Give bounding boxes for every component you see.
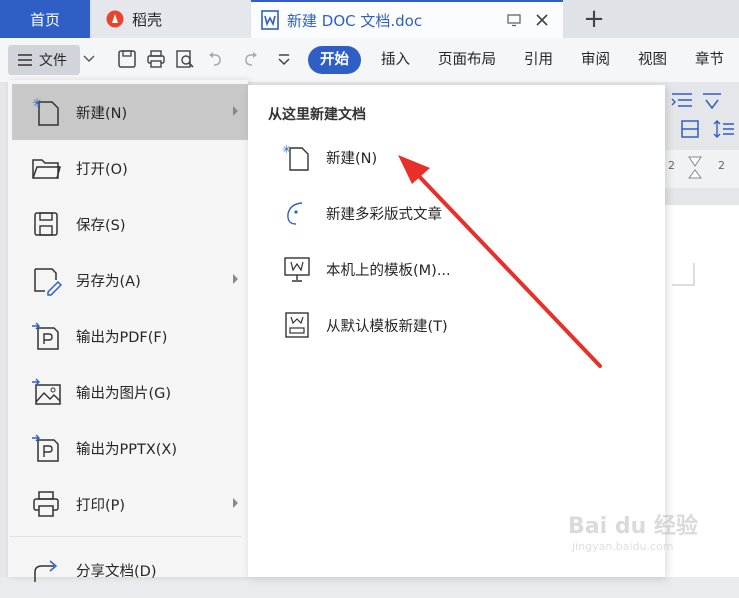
submenu-arrow-icon bbox=[233, 498, 238, 508]
ruler: 2 2 bbox=[662, 150, 739, 188]
menu-item-export-pptx[interactable]: 输出为PPTX(X) bbox=[12, 420, 248, 476]
submenu-item-label: 本机上的模板(M)... bbox=[326, 262, 451, 279]
print-preview-icon[interactable] bbox=[175, 49, 195, 69]
colorful-article-icon bbox=[287, 202, 303, 225]
submenu-item-default-template[interactable]: 从默认模板新建(T) bbox=[282, 308, 448, 342]
default-template-icon bbox=[285, 312, 309, 338]
tab-review[interactable]: 审阅 bbox=[567, 46, 624, 74]
word-doc-icon bbox=[261, 10, 279, 30]
menu-item-print[interactable]: 打印(P) bbox=[12, 476, 248, 532]
watermark-logo: Bai du 经验 jingyan.baidu.com bbox=[568, 500, 708, 560]
submenu-item-new[interactable]: ✳ 新建(N) bbox=[282, 140, 377, 174]
hamburger-icon bbox=[18, 54, 32, 66]
tab-daoke-label: 稻壳 bbox=[132, 10, 163, 29]
daoke-logo-icon bbox=[106, 10, 124, 28]
tab-page-layout[interactable]: 页面布局 bbox=[424, 46, 510, 74]
file-menu-button[interactable]: 文件 bbox=[8, 45, 80, 75]
save-as-icon bbox=[34, 268, 62, 296]
submenu-item-label: 新建多彩版式文章 bbox=[326, 206, 442, 223]
menu-item-label: 分享文档(D) bbox=[76, 563, 157, 580]
save-icon bbox=[34, 212, 58, 236]
watermark-text: Bai du 经验 bbox=[568, 514, 698, 539]
submenu-item-label: 从默认模板新建(T) bbox=[326, 318, 448, 335]
file-menu-label: 文件 bbox=[39, 53, 67, 69]
menu-item-open[interactable]: 打开(O) bbox=[12, 140, 248, 196]
tab-view[interactable]: 视图 bbox=[624, 46, 681, 74]
tab-home-label: 首页 bbox=[29, 10, 60, 29]
submenu-arrow-icon bbox=[233, 274, 238, 284]
menu-item-export-pdf[interactable]: 输出为PDF(F) bbox=[12, 308, 248, 364]
submenu-item-colorful-article[interactable]: 新建多彩版式文章 bbox=[282, 196, 442, 230]
tab-chapter[interactable]: 章节 bbox=[681, 46, 738, 74]
line-height-icon[interactable] bbox=[712, 118, 736, 140]
menu-item-new[interactable]: ✳ 新建(N) bbox=[12, 84, 248, 140]
new-doc-icon: ✳ bbox=[282, 143, 309, 171]
indent-marker-icon[interactable] bbox=[688, 156, 702, 182]
menu-item-label: 输出为PPTX(X) bbox=[76, 441, 178, 458]
watermark-subtext: jingyan.baidu.com bbox=[572, 540, 674, 553]
export-pdf-icon bbox=[32, 322, 59, 350]
more-quick-access-icon[interactable] bbox=[274, 49, 294, 69]
submenu-item-local-template[interactable]: 本机上的模板(M)... bbox=[282, 252, 451, 286]
line-spacing-icon[interactable] bbox=[678, 118, 702, 140]
close-tab-icon[interactable] bbox=[535, 13, 549, 27]
tab-start[interactable]: 开始 bbox=[308, 46, 361, 74]
undo-icon[interactable] bbox=[206, 49, 226, 69]
new-tab-button[interactable]: + bbox=[580, 4, 608, 34]
chevron-down-icon[interactable] bbox=[82, 52, 96, 66]
new-doc-icon: ✳ bbox=[32, 96, 59, 126]
ribbon-tabs: 开始 插入 页面布局 引用 审阅 视图 章节 bbox=[305, 46, 738, 74]
print-icon[interactable] bbox=[146, 49, 166, 69]
paragraph-spacing-icon[interactable] bbox=[670, 90, 694, 112]
file-menu-panel: ✳ 新建(N) 打开(O) 保存(S) 另存为(A) 输出为PDF(F) 输出为… bbox=[8, 80, 248, 582]
menu-item-export-image[interactable]: 输出为图片(G) bbox=[12, 364, 248, 420]
menu-item-save-as[interactable]: 另存为(A) bbox=[12, 252, 248, 308]
folder-icon bbox=[32, 159, 61, 179]
tab-daoke[interactable]: 稻壳 bbox=[92, 0, 250, 38]
menu-item-label: 输出为PDF(F) bbox=[76, 329, 168, 346]
menu-item-label: 新建(N) bbox=[76, 105, 128, 122]
redo-icon[interactable] bbox=[240, 49, 260, 69]
submenu-item-label: 新建(N) bbox=[326, 150, 378, 167]
tab-home[interactable]: 首页 bbox=[0, 0, 90, 38]
text-direction-icon[interactable] bbox=[700, 90, 724, 112]
export-pptx-icon bbox=[32, 434, 59, 462]
tab-references[interactable]: 引用 bbox=[510, 46, 567, 74]
print-icon bbox=[33, 491, 59, 517]
export-image-icon bbox=[32, 378, 61, 405]
share-icon bbox=[34, 560, 58, 582]
menu-item-label: 输出为图片(G) bbox=[76, 385, 172, 402]
page-corner-mark bbox=[672, 263, 695, 286]
menu-item-label: 打开(O) bbox=[76, 161, 128, 178]
tab-document[interactable]: 新建 DOC 文档.doc bbox=[251, 0, 563, 38]
menu-item-share[interactable]: 分享文档(D) bbox=[12, 542, 248, 598]
menu-item-label: 打印(P) bbox=[76, 497, 126, 514]
menu-item-save[interactable]: 保存(S) bbox=[12, 196, 248, 252]
ruler-label: 2 bbox=[668, 159, 675, 172]
menu-item-label: 保存(S) bbox=[76, 217, 126, 234]
submenu-arrow-icon bbox=[233, 106, 238, 116]
tab-document-label: 新建 DOC 文档.doc bbox=[287, 11, 423, 30]
local-template-icon bbox=[284, 257, 310, 282]
window-restore-icon[interactable] bbox=[507, 13, 521, 27]
save-icon[interactable] bbox=[117, 49, 137, 69]
svg-text:✳: ✳ bbox=[282, 143, 291, 156]
submenu-title: 从这里新建文档 bbox=[268, 107, 366, 123]
svg-text:✳: ✳ bbox=[32, 96, 42, 110]
ruler-label: 2 bbox=[718, 159, 725, 172]
menu-item-label: 另存为(A) bbox=[76, 273, 141, 290]
menu-divider bbox=[10, 536, 242, 537]
tab-insert[interactable]: 插入 bbox=[367, 46, 424, 74]
